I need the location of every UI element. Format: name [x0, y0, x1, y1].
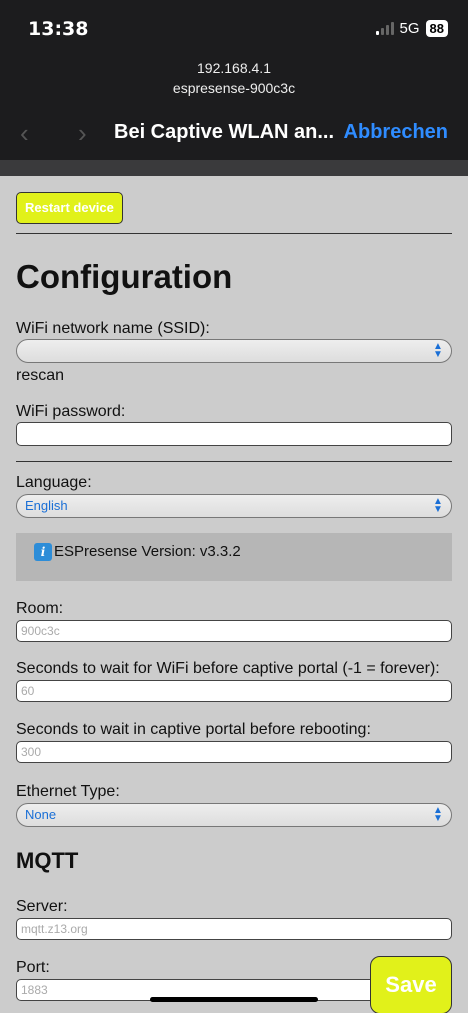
wifi-wait-label: Seconds to wait for WiFi before captive …	[16, 660, 440, 677]
info-icon: i	[34, 543, 52, 561]
browser-url: 192.168.4.1	[197, 60, 271, 76]
chevron-right-icon[interactable]: ›	[78, 118, 87, 149]
server-label: Server:	[16, 898, 68, 915]
version-banner: i ESPresense Version: v3.3.2	[16, 533, 452, 581]
ssid-select[interactable]: ▲ ▼	[16, 339, 452, 363]
status-indicators: 5G 88	[375, 20, 448, 37]
wifi-wait-input[interactable]: 60	[16, 680, 452, 702]
browser-host: espresense-900c3c	[172, 80, 296, 96]
room-input[interactable]: 900c3c	[16, 620, 452, 642]
header-divider	[0, 160, 468, 176]
restart-device-button[interactable]: Restart device	[16, 192, 123, 224]
save-button[interactable]: Save	[370, 956, 452, 1013]
page-heading: Configuration	[16, 258, 233, 295]
port-label: Port:	[16, 959, 50, 976]
status-time: 13:38	[28, 18, 89, 40]
language-value: English	[25, 498, 68, 513]
network-type: 5G	[399, 20, 420, 37]
version-text: ESPresense Version: v3.3.2	[54, 543, 241, 560]
mqtt-heading: MQTT	[16, 848, 79, 873]
ethernet-select[interactable]: None ▲ ▼	[16, 803, 452, 827]
ethernet-value: None	[25, 807, 57, 822]
room-label: Room:	[16, 600, 64, 617]
home-indicator[interactable]	[150, 997, 318, 1002]
chevron-up-down-icon: ▲ ▼	[433, 341, 443, 360]
chevron-up-down-icon: ▲ ▼	[433, 805, 443, 824]
ssid-label: WiFi network name (SSID):	[16, 320, 210, 337]
signal-icon	[375, 22, 394, 35]
rescan-link[interactable]: rescan	[16, 367, 64, 385]
browser-header: 13:38 5G 88 192.168.4.1 espresense-900c3…	[0, 0, 468, 160]
divider	[16, 233, 452, 234]
language-select[interactable]: English ▲ ▼	[16, 494, 452, 518]
portal-wait-label: Seconds to wait in captive portal before…	[16, 721, 371, 738]
page-title: Bei Captive WLAN an...	[114, 121, 335, 143]
ethernet-label: Ethernet Type:	[16, 783, 120, 800]
battery-icon: 88	[425, 20, 448, 37]
chevron-left-icon[interactable]: ‹	[20, 118, 29, 149]
divider	[16, 461, 452, 462]
password-label: WiFi password:	[16, 403, 126, 420]
password-field[interactable]	[16, 422, 452, 446]
chevron-up-down-icon: ▲ ▼	[433, 496, 443, 515]
language-label: Language:	[16, 474, 92, 491]
portal-wait-input[interactable]: 300	[16, 741, 452, 763]
server-input[interactable]: mqtt.z13.org	[16, 918, 452, 940]
cancel-button[interactable]: Abbrechen	[344, 121, 448, 144]
